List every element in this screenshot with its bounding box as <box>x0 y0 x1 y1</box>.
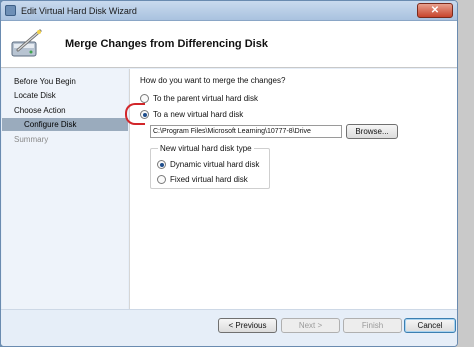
radio-parent-disk[interactable] <box>140 94 149 103</box>
option-dynamic-label: Dynamic virtual hard disk <box>170 160 260 169</box>
option-parent-label: To the parent virtual hard disk <box>153 94 258 103</box>
wizard-steps: Before You Begin Locate Disk Choose Acti… <box>2 69 128 309</box>
disk-type-group: New virtual hard disk type Dynamic virtu… <box>150 144 270 189</box>
wizard-header: Merge Changes from Differencing Disk <box>1 21 457 68</box>
close-button[interactable]: ✕ <box>417 3 453 18</box>
step-before-you-begin[interactable]: Before You Begin <box>2 75 128 88</box>
option-new-label: To a new virtual hard disk <box>153 110 244 119</box>
step-configure-disk[interactable]: Configure Disk <box>2 118 128 131</box>
wizard-content: How do you want to merge the changes? To… <box>129 69 457 309</box>
step-summary: Summary <box>14 135 49 144</box>
step-choose-action[interactable]: Choose Action <box>2 104 128 117</box>
step-locate-disk[interactable]: Locate Disk <box>2 89 128 102</box>
merge-question: How do you want to merge the changes? <box>140 76 286 85</box>
cancel-button[interactable]: Cancel <box>404 318 456 333</box>
next-button: Next > <box>281 318 340 333</box>
browse-button[interactable]: Browse... <box>346 124 398 139</box>
wizard-window: Edit Virtual Hard Disk Wizard ✕ Merge Ch… <box>0 0 458 347</box>
window-app-icon <box>5 5 16 16</box>
wizard-footer: < Previous Next > Finish Cancel <box>1 309 457 346</box>
window-title: Edit Virtual Hard Disk Wizard <box>21 6 137 16</box>
finish-button: Finish <box>343 318 402 333</box>
wizard-disk-icon <box>11 29 42 57</box>
disk-type-legend: New virtual hard disk type <box>158 144 254 153</box>
path-input[interactable]: C:\Program Files\Microsoft Learning\1077… <box>150 125 342 138</box>
radio-fixed-disk[interactable] <box>157 175 166 184</box>
page-title: Merge Changes from Differencing Disk <box>65 38 268 50</box>
option-fixed-label: Fixed virtual hard disk <box>170 175 248 184</box>
radio-dynamic-disk[interactable] <box>157 160 166 169</box>
previous-button[interactable]: < Previous <box>218 318 277 333</box>
title-bar[interactable]: Edit Virtual Hard Disk Wizard ✕ <box>1 1 457 21</box>
annotation-bracket <box>125 103 145 125</box>
